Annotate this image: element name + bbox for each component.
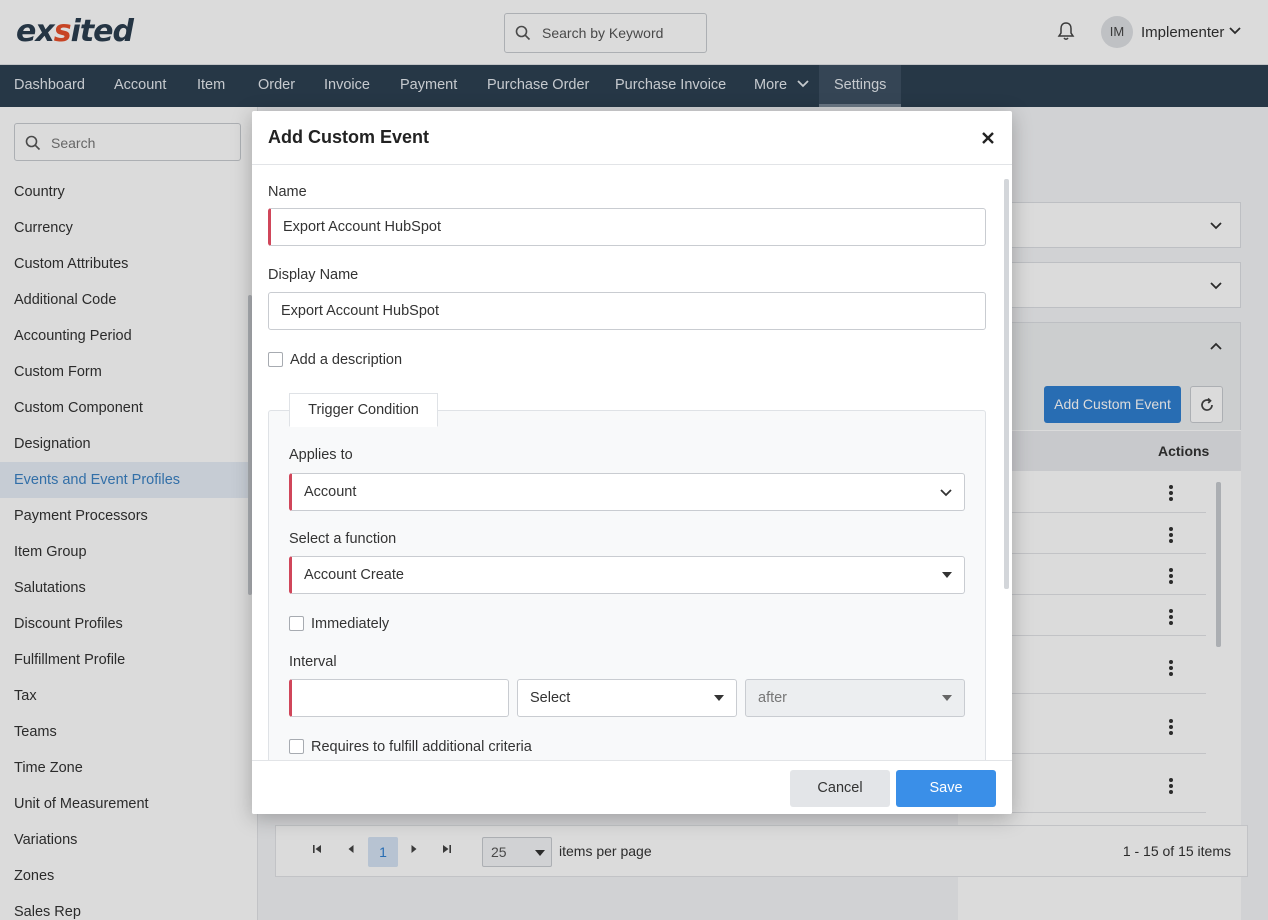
function-value: Account Create [304,567,404,583]
additional-criteria-label: Requires to fulfill additional criteria [311,739,532,755]
name-input[interactable]: Export Account HubSpot [268,208,986,246]
interval-relation-value: after [758,690,788,706]
applies-to-value: Account [304,484,357,500]
close-icon[interactable] [978,128,998,148]
immediately-checkbox[interactable] [289,616,304,631]
display-name-input[interactable]: Export Account HubSpot [268,292,986,330]
dialog-header: Add Custom Event [252,111,1012,165]
display-name-label: Display Name [268,267,359,283]
dialog-body: Name Export Account HubSpot Display Name… [252,165,1012,760]
function-select[interactable]: Account Create [289,556,965,594]
caret-down-icon [942,695,952,701]
dialog-scrollbar[interactable] [1004,179,1009,589]
add-custom-event-dialog: Add Custom Event Name Export Account Hub… [252,111,1012,814]
interval-label: Interval [289,654,337,670]
display-name-input-value: Export Account HubSpot [281,303,439,319]
cancel-button[interactable]: Cancel [790,770,890,807]
chevron-down-icon [940,489,952,497]
add-description-label: Add a description [290,352,403,368]
additional-criteria-checkbox[interactable] [289,739,304,754]
name-input-value: Export Account HubSpot [283,219,441,235]
immediately-label: Immediately [311,616,390,632]
name-label: Name [268,184,307,200]
dialog-title: Add Custom Event [268,127,430,147]
caret-down-icon [942,572,952,578]
caret-down-icon [714,695,724,701]
select-function-label: Select a function [289,531,397,547]
interval-input[interactable] [289,679,509,717]
save-button[interactable]: Save [896,770,996,807]
add-description-checkbox[interactable] [268,352,283,367]
applies-to-label: Applies to [289,447,353,463]
tab-trigger-condition[interactable]: Trigger Condition [289,393,438,427]
interval-relation-select: after [745,679,965,717]
interval-unit-value: Select [530,690,571,706]
applies-to-select[interactable]: Account [289,473,965,511]
interval-unit-select[interactable]: Select [517,679,737,717]
dialog-footer: Cancel Save [252,760,1012,814]
